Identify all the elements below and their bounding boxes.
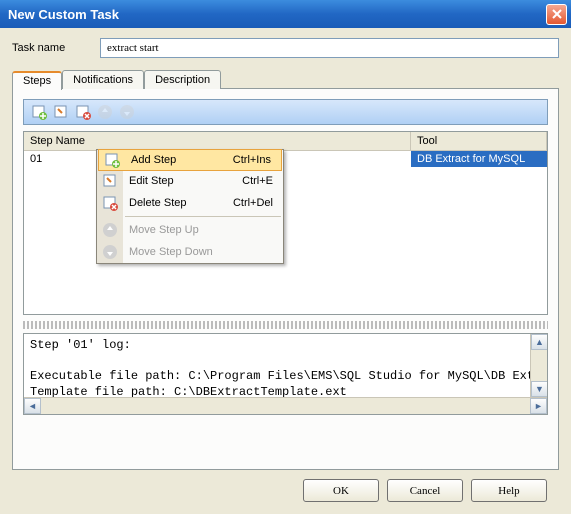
move-down-button[interactable] — [118, 103, 136, 121]
ctx-move-up: Move Step Up — [97, 219, 283, 241]
move-up-button[interactable] — [96, 103, 114, 121]
scroll-left-icon[interactable]: ◄ — [24, 398, 41, 414]
steps-panel: Step Name Tool 01 DB Extract for MySQL A… — [12, 88, 559, 470]
ctx-delete-step[interactable]: Delete Step Ctrl+Del — [97, 192, 283, 214]
scroll-up-icon[interactable]: ▲ — [531, 334, 548, 350]
scroll-right-icon[interactable]: ► — [530, 398, 547, 414]
add-icon — [99, 152, 125, 168]
col-step-name[interactable]: Step Name — [24, 132, 411, 150]
tab-bar: Steps Notifications Description — [12, 70, 559, 89]
window-title: New Custom Task — [8, 7, 546, 22]
edit-step-button[interactable] — [52, 103, 70, 121]
scroll-down-icon[interactable]: ▼ — [531, 381, 548, 397]
splitter[interactable] — [23, 321, 548, 329]
titlebar: New Custom Task — [0, 0, 571, 28]
delete-icon — [97, 195, 123, 211]
task-name-input[interactable] — [100, 38, 559, 58]
cancel-button[interactable]: Cancel — [387, 479, 463, 502]
tab-description[interactable]: Description — [144, 70, 221, 89]
ctx-move-down: Move Step Down — [97, 241, 283, 263]
context-menu: Add Step Ctrl+Ins Edit Step Ctrl+E Delet… — [96, 149, 284, 264]
col-tool[interactable]: Tool — [411, 132, 547, 150]
task-name-label: Task name — [12, 42, 84, 54]
ok-button[interactable]: OK — [303, 479, 379, 502]
tab-steps[interactable]: Steps — [12, 71, 62, 90]
add-step-button[interactable] — [30, 103, 48, 121]
up-icon — [97, 222, 123, 238]
vertical-scrollbar[interactable]: ▲ ▼ — [530, 334, 547, 397]
ctx-edit-step[interactable]: Edit Step Ctrl+E — [97, 170, 283, 192]
edit-icon — [97, 173, 123, 189]
delete-step-button[interactable] — [74, 103, 92, 121]
close-button[interactable] — [546, 4, 567, 25]
toolbar — [23, 99, 548, 125]
down-icon — [97, 244, 123, 260]
tab-notifications[interactable]: Notifications — [62, 70, 144, 89]
help-button[interactable]: Help — [471, 479, 547, 502]
cell-tool: DB Extract for MySQL — [411, 151, 547, 167]
log-panel: Step '01' log: Executable file path: C:\… — [23, 333, 548, 415]
ctx-add-step[interactable]: Add Step Ctrl+Ins — [98, 149, 282, 171]
horizontal-scrollbar[interactable]: ◄ ► — [24, 397, 547, 414]
